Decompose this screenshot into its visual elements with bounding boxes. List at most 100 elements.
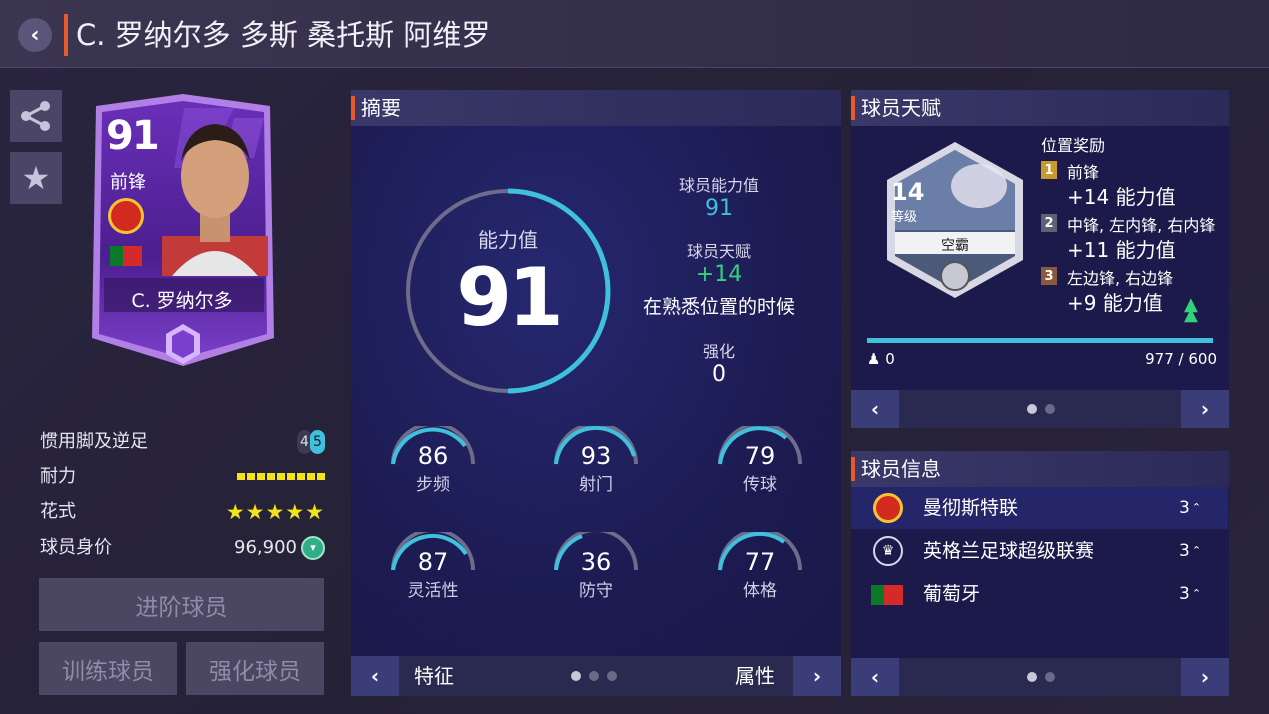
info-row-nation[interactable]: 葡萄牙 3 ⌃ xyxy=(851,573,1228,615)
bonus-rank: 1 xyxy=(1041,161,1057,179)
summary-next-button[interactable]: › xyxy=(793,656,841,696)
footer-right-label[interactable]: 属性 xyxy=(735,656,775,696)
ovr-label: 球员能力值 xyxy=(678,176,759,195)
footer-left-label[interactable]: 特征 xyxy=(414,656,454,696)
bonus-title: 位置奖励 xyxy=(1041,136,1106,155)
talent-level: 14 xyxy=(891,178,925,206)
attr-value: 86 xyxy=(417,442,449,470)
attr-agility: 87 灵活性 xyxy=(383,528,483,601)
stamina-bar xyxy=(237,473,325,480)
talent-level-label: 等级 xyxy=(891,210,918,225)
value-label: 球员身价 xyxy=(40,537,112,558)
info-prev-button[interactable]: ‹ xyxy=(851,658,899,696)
value-row: 球员身价 96,900 ▾ xyxy=(40,533,325,563)
info-row-league[interactable]: ♛ 英格兰足球超级联赛 3 ⌃ xyxy=(851,530,1228,572)
talent-count: 0 xyxy=(885,350,895,368)
skill-row: 花式 ★★★★★ xyxy=(40,497,325,527)
page-dots xyxy=(1027,672,1055,682)
bonus-positions: 前锋 xyxy=(1067,163,1100,182)
header-accent xyxy=(851,96,855,120)
summary-panel: 摘要 能力值 91 球员能力值 91 球员天赋 +14 在熟悉位置的时候 强化 … xyxy=(351,90,841,696)
coin-icon: ▾ xyxy=(301,536,325,560)
player-portrait xyxy=(162,124,268,276)
bonus-value: +11 能力值 xyxy=(1067,238,1176,262)
talent-footer: ‹ › xyxy=(851,390,1229,428)
enhance-player-button[interactable]: 强化球员 xyxy=(186,642,324,695)
page-dots xyxy=(1027,404,1055,414)
bonus-positions: 左边锋, 右边锋 xyxy=(1067,269,1174,288)
league-icon: ♛ xyxy=(873,536,903,566)
share-icon xyxy=(21,101,50,131)
info-name: 葡萄牙 xyxy=(923,583,981,605)
talent-header: 球员天赋 xyxy=(851,90,1229,126)
bonus-positions: 中锋, 左内锋, 右内锋 xyxy=(1067,216,1216,235)
portugal-flag-icon xyxy=(110,246,142,266)
attr-value: 87 xyxy=(417,548,449,576)
card-rating: 91 xyxy=(106,113,160,159)
summary-prev-button[interactable]: ‹ xyxy=(351,656,399,696)
talent-progress-fill xyxy=(867,338,1213,343)
enhance-value: 0 xyxy=(712,362,726,387)
info-count-value: 3 xyxy=(1179,498,1190,518)
talent-note: 在熟悉位置的时候 xyxy=(642,296,795,318)
attr-shooting: 93 射门 xyxy=(546,422,646,495)
stamina-label: 耐力 xyxy=(40,466,76,487)
card-position: 前锋 xyxy=(110,172,146,193)
attr-label: 传球 xyxy=(743,475,777,495)
back-arrow-icon: ‹ xyxy=(30,22,40,48)
advance-player-button[interactable]: 进阶球员 xyxy=(39,578,324,631)
attr-value: 93 xyxy=(580,442,612,470)
portugal-flag-icon xyxy=(871,585,903,605)
summary-body: 能力值 91 球员能力值 91 球员天赋 +14 在熟悉位置的时候 强化 0 8… xyxy=(351,126,841,656)
skill-label: 花式 xyxy=(40,501,76,522)
ability-value: 91 xyxy=(456,251,563,344)
info-name: 英格兰足球超级联赛 xyxy=(923,540,1095,562)
player-full-name: C. 罗纳尔多 多斯 桑托斯 阿维罗 xyxy=(76,18,491,52)
info-next-button[interactable]: › xyxy=(1181,658,1229,696)
value-amount: 96,900 xyxy=(234,537,297,558)
bonus-rank: 2 xyxy=(1041,214,1057,232)
train-player-button[interactable]: 训练球员 xyxy=(39,642,177,695)
info-title: 球员信息 xyxy=(861,457,941,481)
talent-xp: 977 / 600 xyxy=(1145,350,1217,368)
talent-name: 空霸 xyxy=(941,238,969,254)
talent-next-button[interactable]: › xyxy=(1181,390,1229,428)
attr-pace: 86 步频 xyxy=(383,422,483,495)
info-header: 球员信息 xyxy=(851,451,1229,487)
attr-passing: 79 传球 xyxy=(710,422,810,495)
summary-footer: ‹ 特征 属性 › xyxy=(351,656,841,696)
club-badge-icon xyxy=(873,493,903,523)
star-icon: ★ xyxy=(21,159,51,197)
back-button[interactable]: ‹ xyxy=(18,18,52,52)
info-footer: ‹ › xyxy=(851,658,1229,696)
title-accent-bar xyxy=(64,14,68,56)
attr-value: 79 xyxy=(744,442,776,470)
talent-label: 球员天赋 xyxy=(686,242,751,261)
info-row-club[interactable]: 曼彻斯特联 3 ⌃ xyxy=(851,487,1228,529)
attr-label: 步频 xyxy=(416,475,450,495)
talent-progress-bar xyxy=(867,338,1213,343)
bonus-value: +9 能力值 xyxy=(1067,291,1163,315)
stamina-row: 耐力 xyxy=(40,462,325,492)
share-button[interactable] xyxy=(10,90,62,142)
header-accent xyxy=(851,457,855,481)
skill-stars: ★★★★★ xyxy=(225,500,325,524)
info-count: 3 ⌃ xyxy=(1179,541,1202,561)
attr-value: 36 xyxy=(580,548,612,576)
attr-label: 灵活性 xyxy=(407,581,459,601)
attr-label: 射门 xyxy=(579,475,613,495)
attr-physical: 77 体格 xyxy=(710,528,810,601)
talent-prev-button[interactable]: ‹ xyxy=(851,390,899,428)
level-up-icon: ▲ ▲ xyxy=(1184,294,1198,325)
bonus-value: +14 能力值 xyxy=(1067,185,1176,209)
info-count: 3 ⌃ xyxy=(1179,498,1202,518)
header-accent xyxy=(351,96,355,120)
info-count: 3 ⌃ xyxy=(1179,584,1202,604)
favorite-button[interactable]: ★ xyxy=(10,152,62,204)
attr-defending: 36 防守 xyxy=(546,528,646,601)
summary-title: 摘要 xyxy=(361,96,401,120)
foot-row: 惯用脚及逆足 4 5 xyxy=(40,427,325,457)
page-dots xyxy=(571,671,617,681)
attr-label: 防守 xyxy=(579,581,613,601)
ability-label: 能力值 xyxy=(478,228,538,252)
